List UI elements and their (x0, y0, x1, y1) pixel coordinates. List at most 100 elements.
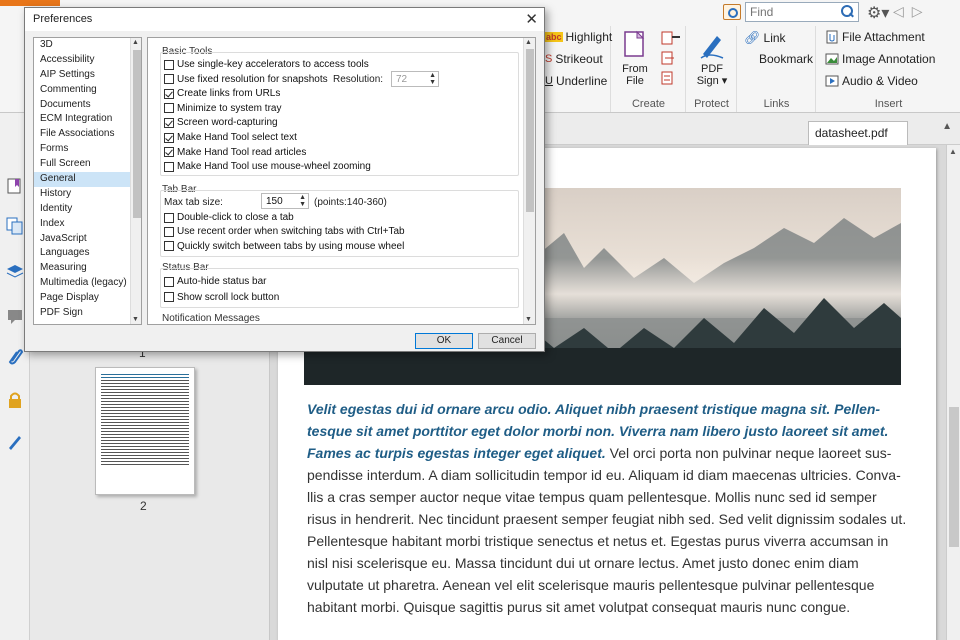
scroll-up-icon[interactable]: ▲ (949, 147, 957, 156)
option-row[interactable]: Quickly switch between tabs by using mou… (164, 241, 404, 252)
underline-button[interactable]: U Underline (545, 74, 607, 88)
thumbnails-panel-icon[interactable] (6, 217, 24, 235)
resolution-value: 72 (396, 74, 408, 85)
category-scroll-thumb[interactable] (133, 50, 141, 218)
option-label: Create links from URLs (177, 88, 281, 100)
checkbox[interactable] (164, 132, 174, 143)
from-file-button[interactable]: From File (618, 30, 652, 87)
checkbox[interactable] (164, 241, 174, 252)
option-row[interactable]: Double-click to close a tab (164, 212, 294, 223)
category-item[interactable]: Documents (34, 98, 141, 113)
option-row[interactable]: Show scroll lock button (164, 292, 279, 303)
layers-panel-icon[interactable] (6, 263, 24, 281)
security-lock-icon[interactable] (6, 391, 24, 409)
close-icon[interactable]: ✕ (525, 10, 538, 28)
category-item[interactable]: Languages (34, 246, 141, 261)
image-annotation-button[interactable]: Image Annotation (825, 52, 935, 66)
category-item[interactable]: 3D (34, 38, 141, 53)
checkbox[interactable] (164, 117, 174, 128)
file-attachment-button[interactable]: File Attachment (825, 30, 925, 44)
spinner-arrows-icon[interactable]: ▲ ▼ (429, 72, 436, 86)
resolution-spinner[interactable]: 72 ▲ ▼ (391, 71, 439, 87)
link-button[interactable]: 🔗︎ Link (744, 30, 786, 46)
attachments-panel-icon[interactable] (6, 347, 24, 365)
page-2-thumbnail[interactable] (95, 367, 195, 495)
option-label: Screen word-capturing (177, 117, 278, 129)
checkbox[interactable] (164, 226, 174, 237)
category-item[interactable]: Full Screen (34, 157, 141, 172)
checkbox[interactable] (164, 59, 174, 70)
settings-scroll-down-icon[interactable]: ▼ (525, 316, 532, 323)
checkbox[interactable] (164, 103, 174, 114)
option-row[interactable]: Make Hand Tool use mouse-wheel zooming (164, 161, 371, 172)
option-row[interactable]: Use recent order when switching tabs wit… (164, 226, 405, 237)
option-label: Use single-key accelerators to access to… (177, 59, 369, 70)
vertical-scrollbar[interactable]: ▲ (946, 145, 960, 640)
category-scrollbar[interactable]: ▲ ▼ (130, 38, 141, 324)
find-box-icon[interactable] (723, 4, 741, 20)
option-row[interactable]: Auto-hide status bar (164, 276, 267, 287)
category-item[interactable]: General (34, 172, 141, 187)
settings-scroll-up-icon[interactable]: ▲ (525, 39, 532, 46)
category-item[interactable]: JavaScript (34, 232, 141, 247)
option-row[interactable]: Use single-key accelerators to access to… (164, 59, 369, 70)
document-tab[interactable]: datasheet.pdf (808, 121, 908, 145)
option-row[interactable]: Create links from URLs (164, 88, 280, 99)
category-scroll-up-icon[interactable]: ▲ (132, 39, 139, 46)
category-item[interactable]: Accessibility (34, 53, 141, 68)
file-attachment-icon (826, 30, 838, 44)
pdf-sign-button[interactable]: PDF Sign ▾ (693, 30, 731, 87)
gear-icon[interactable]: ⚙▾ (867, 3, 889, 23)
highlight-button[interactable]: abc Highlight (545, 30, 612, 44)
pen-sign-icon (699, 30, 725, 60)
document-paragraph: Velit egestas dui id ornare arcu odio. A… (307, 398, 907, 618)
category-item[interactable]: ECM Integration (34, 112, 141, 127)
category-item[interactable]: Forms (34, 142, 141, 157)
category-item[interactable]: PDF Sign (34, 306, 141, 321)
category-scroll-down-icon[interactable]: ▼ (132, 316, 139, 323)
search-icon[interactable] (839, 4, 855, 20)
category-item[interactable]: Index (34, 217, 141, 232)
checkbox[interactable] (164, 161, 174, 172)
max-tab-spinner[interactable]: 150 ▲ ▼ (261, 193, 309, 209)
category-item[interactable]: Measuring (34, 261, 141, 276)
settings-scroll-thumb[interactable] (526, 49, 534, 212)
bookmark-button[interactable]: Bookmark (744, 52, 813, 66)
option-row[interactable]: Screen word-capturing (164, 117, 278, 128)
checkbox[interactable] (164, 212, 174, 223)
file-tab[interactable] (0, 0, 60, 6)
points-hint: (points:140-360) (314, 197, 387, 208)
category-item[interactable]: Identity (34, 202, 141, 217)
category-item[interactable]: Page Display (34, 291, 141, 306)
category-item[interactable]: File Associations (34, 127, 141, 142)
signature-tools-icon[interactable] (6, 433, 24, 451)
scroll-thumb[interactable] (949, 407, 959, 547)
ribbon-group-links: 🔗︎ Link Bookmark Links (738, 26, 816, 112)
category-item[interactable]: History (34, 187, 141, 202)
checkbox[interactable] (164, 292, 174, 302)
comments-panel-icon[interactable] (6, 307, 24, 325)
option-row[interactable]: Use fixed resolution for snapshots (164, 74, 328, 85)
checkbox[interactable] (164, 147, 174, 158)
create-small-icons (660, 30, 682, 93)
category-item[interactable]: AIP Settings (34, 68, 141, 83)
ribbon-group-insert: File Attachment Image Annotation Audio &… (817, 26, 960, 112)
option-row[interactable]: Make Hand Tool read articles (164, 147, 306, 158)
option-row[interactable]: Make Hand Tool select text (164, 132, 297, 143)
checkbox[interactable] (164, 74, 174, 85)
checkbox[interactable] (164, 88, 174, 99)
underline-icon: U (545, 75, 553, 87)
nav-arrows-icon[interactable]: ◁▷ (893, 3, 931, 20)
cancel-button[interactable]: Cancel (478, 333, 536, 349)
ok-button[interactable]: OK (415, 333, 473, 349)
category-item[interactable]: Multimedia (legacy) (34, 276, 141, 291)
settings-scrollbar[interactable]: ▲ ▼ (523, 38, 535, 324)
bookmarks-panel-icon[interactable] (6, 177, 24, 195)
checkbox[interactable] (164, 276, 174, 287)
strikeout-button[interactable]: S Strikeout (545, 52, 603, 66)
category-item[interactable]: Commenting (34, 83, 141, 98)
tab-scroll-icon[interactable]: ▲ (942, 121, 952, 132)
option-row[interactable]: Minimize to system tray (164, 103, 281, 114)
audio-video-button[interactable]: Audio & Video (825, 74, 918, 88)
max-tab-arrows-icon[interactable]: ▲ ▼ (299, 194, 306, 208)
